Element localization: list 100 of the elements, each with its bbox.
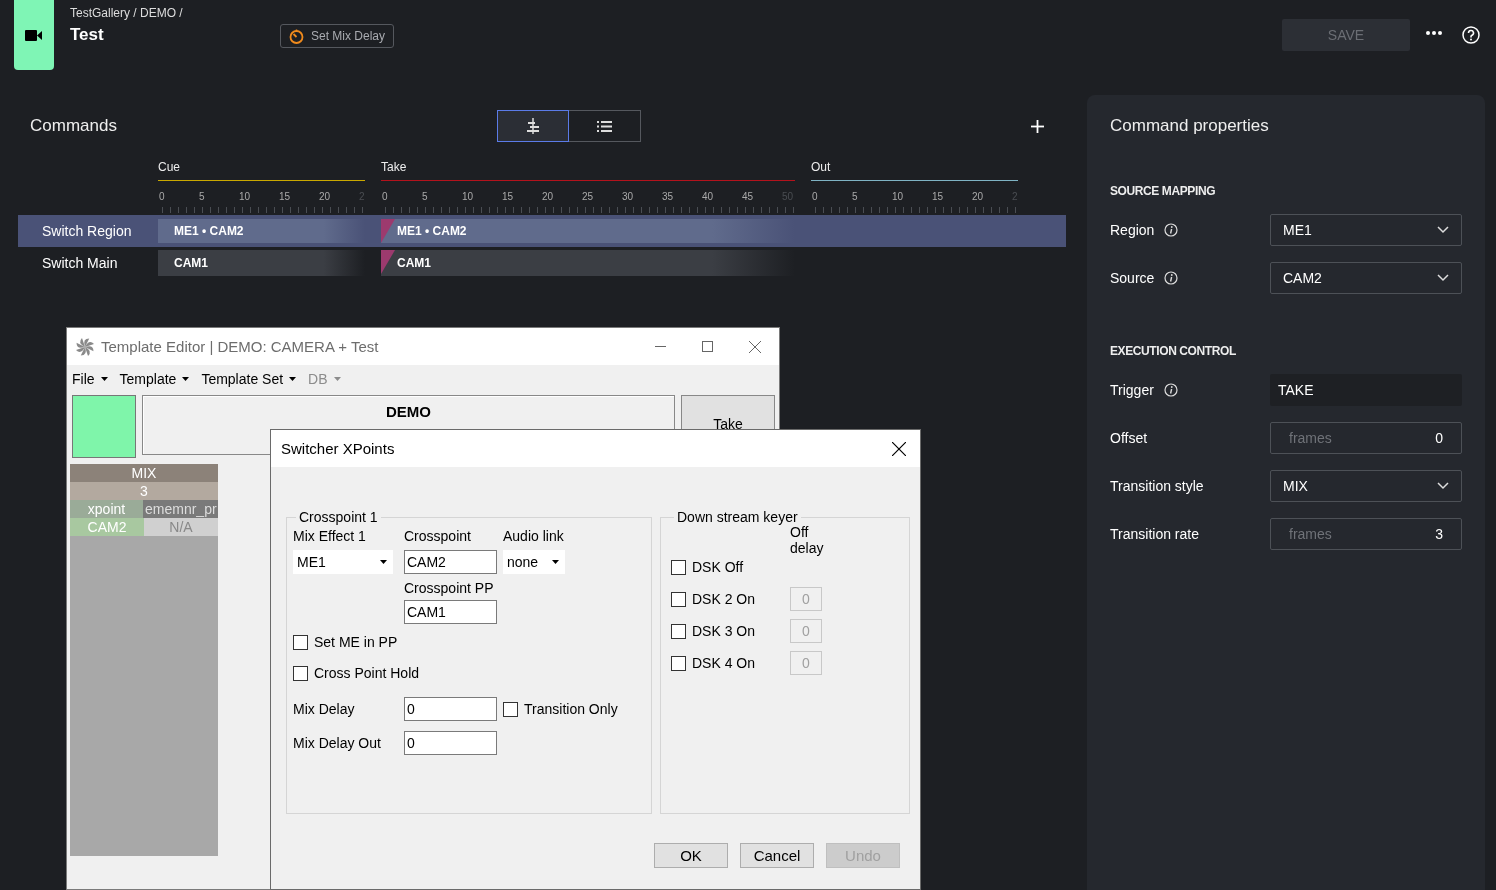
window-title: Template Editor | DEMO: CAMERA + Test	[101, 338, 379, 355]
timer-icon	[289, 28, 304, 44]
grid-cell: CAM2	[70, 518, 144, 536]
tick-label: 5	[421, 191, 429, 202]
checkbox-label: DSK 2 On	[692, 591, 756, 607]
field-label: Region	[1110, 222, 1155, 238]
status-swatch	[72, 395, 136, 458]
input-field[interactable]: 0	[404, 697, 497, 721]
dialog-button[interactable]: Cancel	[740, 843, 814, 868]
checkbox[interactable]	[671, 655, 686, 671]
command-name: Switch Main	[41, 255, 119, 271]
checkbox[interactable]	[293, 665, 308, 681]
dropdown[interactable]: ME1	[1270, 214, 1462, 246]
field-label: Audio link	[503, 528, 565, 544]
checkbox-label: Cross Point Hold	[314, 665, 420, 681]
field-label: Mix Delay	[293, 701, 356, 717]
breadcrumb: TestGallery / DEMO /	[70, 6, 184, 20]
menu-item[interactable]: File	[72, 370, 108, 387]
chevron-down-icon	[1437, 482, 1449, 490]
caret-icon	[380, 560, 387, 564]
field-label: Crosspoint	[404, 528, 472, 544]
group-title: Crosspoint 1	[298, 509, 379, 525]
tick-label: 10	[238, 191, 252, 202]
tick-label: 10	[461, 191, 475, 202]
dialog-button[interactable]: OK	[654, 843, 728, 868]
view-toggle[interactable]	[497, 110, 569, 142]
number-field[interactable]: frames 0	[1270, 422, 1462, 454]
command-row[interactable]: Switch Main CAM1 CAM1	[18, 249, 1066, 277]
video-camera-icon	[25, 28, 43, 42]
tick-label: 20	[541, 191, 555, 202]
field-label: Transition rate	[1110, 526, 1199, 542]
grid-cell: ememnr_pr	[143, 500, 218, 518]
dropdown[interactable]: none	[503, 550, 565, 574]
dropdown[interactable]: MIX	[1270, 470, 1462, 502]
caret-icon	[100, 376, 108, 381]
column-header: Off delay	[790, 524, 825, 556]
close-icon[interactable]	[892, 441, 906, 456]
dropdown[interactable]: CAM2	[1270, 262, 1462, 294]
list-view-icon	[597, 120, 612, 132]
field-label: Mix Effect 1	[293, 528, 367, 544]
checkbox-label: DSK 4 On	[692, 655, 756, 671]
more-icon[interactable]	[1426, 31, 1442, 35]
set-mix-delay-button[interactable]: Set Mix Delay	[280, 24, 395, 48]
input-field[interactable]: CAM1	[404, 600, 497, 624]
add-icon[interactable]	[1031, 119, 1044, 133]
app-icon	[75, 336, 95, 357]
grid-cell: N/A	[144, 518, 218, 536]
timeline-view-icon	[525, 118, 541, 134]
number-field[interactable]: frames 3	[1270, 518, 1462, 550]
checkbox-label: DSK Off	[692, 559, 744, 575]
caret-icon	[333, 376, 341, 381]
dialog-title: Switcher XPoints	[281, 440, 395, 457]
tick-label: 5	[851, 191, 859, 202]
tick-label: 0	[158, 191, 166, 202]
tick-label: 15	[501, 191, 515, 202]
group-title: Down stream keyer	[676, 509, 799, 525]
panel-title: Command properties	[1110, 115, 1269, 137]
tick-label: 10	[891, 191, 905, 202]
checkbox[interactable]	[671, 591, 686, 607]
checkbox-label: Set ME in PP	[314, 634, 398, 650]
phase-label: Cue	[158, 160, 180, 174]
caret-icon	[289, 376, 297, 381]
grid-cell: MIX	[70, 464, 218, 482]
checkbox-label: Transition Only	[524, 701, 618, 717]
menu-item[interactable]: Template Set	[201, 370, 297, 387]
input-field[interactable]: CAM2	[404, 550, 497, 574]
tick-label: 35	[661, 191, 675, 202]
tick-label: 0	[811, 191, 819, 202]
phase-label: Take	[381, 160, 407, 174]
field-label: Trigger	[1110, 382, 1154, 398]
tick-label: 25	[581, 191, 595, 202]
help-icon[interactable]	[1462, 26, 1480, 44]
checkbox[interactable]	[293, 634, 308, 650]
tick-label: 20	[971, 191, 985, 202]
checkbox-label: DSK 3 On	[692, 623, 756, 639]
tick-label: 45	[741, 191, 755, 202]
menu-item[interactable]: Template	[119, 370, 190, 387]
grid-cell: 3	[70, 482, 218, 500]
field-label: Source	[1110, 270, 1155, 286]
checkbox[interactable]	[503, 701, 518, 717]
caret-icon	[182, 376, 190, 381]
command-name: Switch Region	[41, 223, 133, 239]
field-label: Mix Delay Out	[293, 735, 382, 751]
chevron-down-icon	[1437, 226, 1449, 234]
checkbox[interactable]	[671, 559, 686, 575]
maximize-icon[interactable]	[702, 340, 713, 352]
dropdown[interactable]: ME1	[293, 550, 393, 574]
field-label: Crosspoint PP	[404, 580, 495, 596]
page-title: Test	[70, 25, 104, 45]
chevron-down-icon	[1437, 274, 1449, 282]
tick-label: 30	[621, 191, 635, 202]
field-label: Offset	[1110, 430, 1148, 446]
value-field: TAKE	[1270, 374, 1462, 406]
panel-title: Commands	[29, 116, 118, 136]
section-heading: EXECUTION CONTROL	[1110, 344, 1237, 358]
input-field[interactable]: 0	[404, 731, 497, 755]
tick-label: 40	[701, 191, 715, 202]
command-row[interactable]: Switch Region ME1 • CAM2 ME1 • CAM2	[18, 215, 1066, 247]
view-toggle[interactable]	[569, 110, 641, 142]
checkbox[interactable]	[671, 623, 686, 639]
